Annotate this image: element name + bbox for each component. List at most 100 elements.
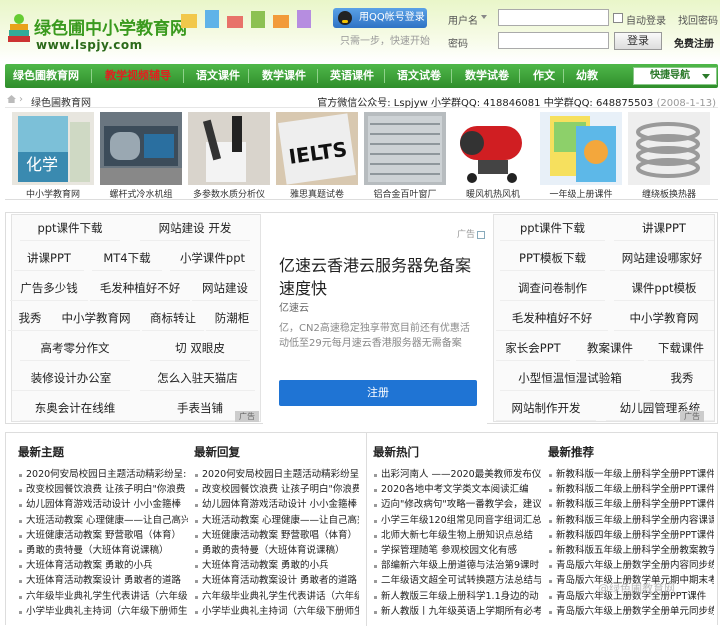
link-item[interactable]: 我秀 xyxy=(8,305,52,331)
article-link[interactable]: 大班体育活动教案设计 勇敢者的道路 xyxy=(194,573,359,588)
article-link[interactable]: 部编新六年级上册道德与法治第9课时 xyxy=(373,558,541,573)
article-link[interactable]: 北师大新七年级生物上册知识点总结 xyxy=(373,528,541,543)
nav-english-courseware[interactable]: 英语课件 xyxy=(330,64,374,88)
article-link[interactable]: 大班体育活动教案设计 勇敢者的道路 xyxy=(18,573,188,588)
article-link[interactable]: 改变校园餐饮浪费 让孩子明白"你浪费 xyxy=(18,482,188,497)
article-link[interactable]: 新教科版三年级上册科学全册内容课课 xyxy=(548,513,714,528)
site-logo-url[interactable]: www.lspjy.com xyxy=(36,38,143,52)
quick-nav-dropdown[interactable]: 快捷导航 xyxy=(633,67,717,85)
article-link[interactable]: 学探管理随笔 参观校园文化有感 xyxy=(373,543,541,558)
link-item[interactable]: ppt课件下载 xyxy=(20,215,120,241)
nav-chinese-courseware[interactable]: 语文课件 xyxy=(196,64,240,88)
link-item[interactable]: 毛发种植好不好 xyxy=(90,275,190,301)
username-input[interactable] xyxy=(498,9,609,26)
password-input[interactable] xyxy=(498,32,609,49)
article-link[interactable]: 六年级毕业典礼学生代表讲话（六年级 xyxy=(194,589,359,604)
article-link[interactable]: 青岛版六年级上册数学全册单元同步练 xyxy=(548,604,714,619)
link-item[interactable]: 东奥会计在线维 xyxy=(20,395,130,421)
link-item[interactable]: 家长会PPT xyxy=(496,335,570,361)
gallery-caption[interactable]: 螺杆式冷水机组 xyxy=(95,187,187,200)
link-item[interactable]: 商标转让 xyxy=(142,305,204,331)
home-icon[interactable] xyxy=(7,95,16,103)
gallery-image[interactable] xyxy=(628,112,710,185)
nav-video[interactable]: 教学视频辅导 xyxy=(105,64,171,88)
advertisement[interactable]: 广告 亿速云香港云服务器免备案速度快 亿速云 亿，CN2高速稳定独享带宽目前还有… xyxy=(263,224,487,424)
link-item[interactable]: 小型恒温恒湿试验箱 xyxy=(500,365,640,391)
article-link[interactable]: 大班活动教案 心理健康——让自己高兴 xyxy=(18,513,188,528)
link-item[interactable]: 装修设计办公室 xyxy=(12,365,130,391)
link-item[interactable]: 广告多少钱 xyxy=(10,275,88,301)
ad-close-mini[interactable]: 广告 xyxy=(235,411,259,422)
gallery-caption[interactable]: 缠绕板换热器 xyxy=(623,187,715,200)
article-link[interactable]: 出彩河南人 ——2020最美教师发布仪 xyxy=(373,467,541,482)
link-item[interactable]: 防潮柜 xyxy=(206,305,258,331)
gallery-caption[interactable]: 雅思真题试卷 xyxy=(271,187,363,200)
gallery-image[interactable] xyxy=(452,112,534,185)
ad-close-mini[interactable]: 广告 xyxy=(680,411,704,422)
link-item[interactable]: 切 双眼皮 xyxy=(150,335,250,361)
article-link[interactable]: 新人教版三年级上册科学1.1身边的动 xyxy=(373,589,541,604)
article-link[interactable]: 大班健康活动教案 野营歌唱（体育） xyxy=(194,528,359,543)
nav-chinese-exam[interactable]: 语文试卷 xyxy=(397,64,441,88)
article-link[interactable]: 2020各地中考文学类文本阅读汇编 xyxy=(373,482,541,497)
ad-register-button[interactable]: 注册 xyxy=(279,380,477,406)
link-item[interactable]: 毛发种植好不好 xyxy=(496,305,608,331)
nav-math-courseware[interactable]: 数学课件 xyxy=(262,64,306,88)
article-link[interactable]: 新教科版三年级上册科学全册PPT课件 xyxy=(548,497,714,512)
username-dropdown-icon[interactable] xyxy=(481,15,487,19)
article-link[interactable]: 勇敢的贵特曼（大班体育说课稿） xyxy=(194,543,359,558)
link-item[interactable]: 调查问卷制作 xyxy=(500,275,605,301)
link-item[interactable]: 网站建设 开发 xyxy=(140,215,250,241)
article-link[interactable]: 迈向"修改病句"攻略一番教学会，建议 xyxy=(373,497,541,512)
link-item[interactable]: 下载课件 xyxy=(648,335,714,361)
ad-title[interactable]: 亿速云香港云服务器免备案速度快 xyxy=(279,254,479,300)
nav-preschool[interactable]: 幼教 xyxy=(576,64,598,88)
article-link[interactable]: 青岛版六年级上册数学全册内容同步练 xyxy=(548,558,714,573)
breadcrumb-current[interactable]: 绿色圃教育网 xyxy=(31,94,91,109)
gallery-caption[interactable]: 铝合金百叶窗厂 xyxy=(359,187,451,200)
article-link[interactable]: 大班体育活动教案 勇敢的小兵 xyxy=(194,558,359,573)
article-link[interactable]: 改变校园餐饮浪费 让孩子明白"你浪费 xyxy=(194,482,359,497)
nav-home[interactable]: 绿色圃教育网 xyxy=(13,64,79,88)
article-link[interactable]: 大班体育活动教案 勇敢的小兵 xyxy=(18,558,188,573)
link-item[interactable]: 讲课PPT xyxy=(614,215,714,241)
article-link[interactable]: 新教科版四年级上册科学全册PPT课件 xyxy=(548,528,714,543)
link-item[interactable]: 小学课件ppt xyxy=(170,245,255,271)
forgot-password-link[interactable]: 找回密码 xyxy=(678,12,718,27)
link-item[interactable]: 网站建设 xyxy=(192,275,258,301)
ad-choices-icon[interactable] xyxy=(477,230,485,239)
autologin-checkbox[interactable] xyxy=(613,13,623,23)
link-item[interactable]: 中小学教育网 xyxy=(614,305,714,331)
gallery-caption[interactable]: 一年级上册课件 xyxy=(535,187,627,200)
gallery-image[interactable] xyxy=(540,112,622,185)
article-link[interactable]: 2020何安局校园日主题活动精彩纷呈: xyxy=(18,467,188,482)
article-link[interactable]: 二年级语文超全可试转换题方法总结与 xyxy=(373,573,541,588)
gallery-image[interactable] xyxy=(188,112,270,185)
article-link[interactable]: 新教科版五年级上册科学全册教案教学 xyxy=(548,543,714,558)
article-link[interactable]: 大班活动教案 心理健康——让自己高兴 xyxy=(194,513,359,528)
login-button[interactable]: 登录 xyxy=(614,32,662,50)
link-item[interactable]: 网站建设哪家好 xyxy=(610,245,714,271)
link-item[interactable]: 网站制作开发 xyxy=(496,395,596,421)
article-link[interactable]: 新教科版二年级上册科学全册PPT课件 xyxy=(548,482,714,497)
article-link[interactable]: 新教科版一年级上册科学全册PPT课件 xyxy=(548,467,714,482)
link-item[interactable]: MT4下载 xyxy=(92,245,162,271)
link-item[interactable]: 中小学教育网 xyxy=(52,305,140,331)
link-item[interactable]: 高考零分作文 xyxy=(20,335,130,361)
gallery-caption[interactable]: 多参数水质分析仪 xyxy=(183,187,275,200)
link-item[interactable]: ppt课件下载 xyxy=(500,215,605,241)
gallery-caption[interactable]: 中小学教育网 xyxy=(7,187,99,200)
gallery-image[interactable] xyxy=(100,112,182,185)
article-link[interactable]: 新人教版丨九年级英语上学期所有必考 xyxy=(373,604,541,619)
article-link[interactable]: 小学三年级120组常见同音字组词汇总 xyxy=(373,513,541,528)
article-link[interactable]: 小学毕业典礼主持词（六年级下册师生 xyxy=(194,604,359,619)
gallery-image[interactable]: IELTS xyxy=(276,112,358,185)
article-link[interactable]: 大班健康活动教案 野营歌唱（体育） xyxy=(18,528,188,543)
qq-login-button[interactable]: 用QQ帐号登录 xyxy=(333,8,427,28)
article-link[interactable]: 小学毕业典礼主持词（六年级下册师生 xyxy=(18,604,188,619)
article-link[interactable]: 幼儿园体育游戏活动设计 小小金箍棒 xyxy=(18,497,188,512)
link-item[interactable]: 怎么入驻天猫店 xyxy=(140,365,255,391)
nav-math-exam[interactable]: 数学试卷 xyxy=(465,64,509,88)
gallery-image[interactable]: 化学 xyxy=(12,112,94,185)
nav-composition[interactable]: 作文 xyxy=(533,64,555,88)
